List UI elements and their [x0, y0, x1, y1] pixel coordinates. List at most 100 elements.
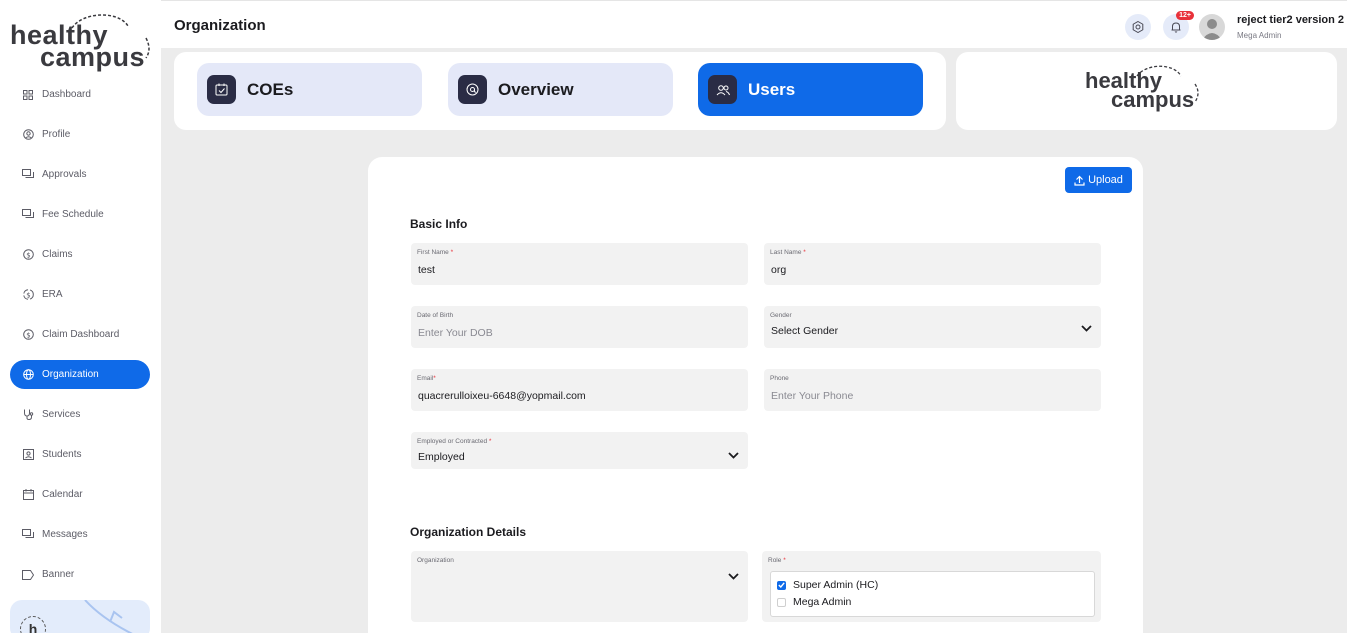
upload-icon: [1074, 175, 1085, 186]
sidebar-item-label: Banner: [42, 569, 75, 580]
sidebar-item-claims[interactable]: $ Claims: [10, 240, 150, 269]
gender-select[interactable]: Gender Select Gender: [764, 306, 1101, 348]
dollar-circle-icon: $: [22, 249, 34, 261]
user-circle-icon: [22, 129, 34, 141]
chevron-down-icon: [728, 573, 739, 580]
tab-label: Users: [748, 79, 796, 99]
phone-label: Phone: [770, 375, 789, 382]
sidebar-item-dashboard[interactable]: Dashboard: [10, 80, 150, 109]
gender-label: Gender: [770, 312, 792, 319]
organization-select[interactable]: Organization: [411, 551, 748, 622]
sidebar-item-calendar[interactable]: Calendar: [10, 480, 150, 509]
chevron-down-icon: [1081, 325, 1092, 332]
settings-button[interactable]: [1125, 14, 1151, 40]
employment-label: Employed or Contracted *: [417, 438, 492, 445]
dollar-circle-icon: $: [22, 329, 34, 341]
calendar-check-icon: [207, 75, 236, 104]
role-field: Role * Super Admin (HC) Mega Admin: [762, 551, 1101, 622]
chat-icon: [22, 529, 34, 541]
role-option-mega-admin[interactable]: Mega Admin: [777, 596, 851, 608]
email-field[interactable]: Email* quacrerulloixeu-6648@yopmail.com: [411, 369, 748, 411]
topbar: Organization 12+ reject tier2 version 2 …: [161, 0, 1347, 48]
sidebar-item-label: Profile: [42, 129, 71, 140]
id-card-icon: [22, 449, 34, 461]
sidebar-item-label: Dashboard: [42, 89, 91, 100]
email-label: Email*: [417, 375, 436, 382]
svg-text:$: $: [26, 291, 30, 299]
tabs-panel: COEs Overview Users: [174, 52, 946, 130]
employment-select[interactable]: Employed or Contracted * Employed: [411, 432, 748, 469]
tab-users[interactable]: Users: [698, 63, 923, 116]
brand-panel: healthy campus: [956, 52, 1337, 130]
brand-logo-line2: campus: [1111, 87, 1195, 112]
checkbox-checked[interactable]: [777, 580, 786, 590]
bell-icon: [1171, 22, 1181, 33]
sidebar-item-label: Services: [42, 409, 81, 420]
gender-value: Select Gender: [771, 325, 839, 337]
gear-icon: [1132, 21, 1144, 33]
upload-button[interactable]: Upload: [1065, 167, 1132, 193]
page-title: Organization: [174, 17, 266, 34]
user-silhouette-icon: [1202, 19, 1222, 40]
user-name[interactable]: reject tier2 version 2: [1237, 14, 1344, 26]
last-name-field[interactable]: Last Name * org: [764, 243, 1101, 285]
phone-placeholder: Enter Your Phone: [771, 390, 854, 402]
stethoscope-icon: [22, 409, 34, 421]
sidebar-item-profile[interactable]: Profile: [10, 120, 150, 149]
calendar-icon: [22, 489, 34, 501]
avatar[interactable]: [1199, 14, 1225, 40]
sidebar-item-messages[interactable]: Messages: [10, 520, 150, 549]
upload-label: Upload: [1088, 174, 1123, 186]
dob-field[interactable]: Date of Birth Enter Your DOB: [411, 306, 748, 348]
tab-coes[interactable]: COEs: [197, 63, 422, 116]
sidebar-item-label: Students: [42, 449, 82, 460]
sidebar-item-services[interactable]: Services: [10, 400, 150, 429]
sidebar-item-claim-dashboard[interactable]: $ Claim Dashboard: [10, 320, 150, 349]
sidebar-item-banner[interactable]: Banner: [10, 560, 150, 589]
role-option-label: Mega Admin: [793, 596, 852, 608]
sidebar-item-era[interactable]: $ ERA: [10, 280, 150, 309]
last-name-value: org: [771, 264, 787, 276]
users-icon: [708, 75, 737, 104]
chat-icon: [22, 169, 34, 181]
sidebar-item-approvals[interactable]: Approvals: [10, 160, 150, 189]
notifications-button[interactable]: 12+: [1163, 11, 1194, 40]
first-name-value: test: [418, 264, 435, 276]
sidebar-item-label: Claim Dashboard: [42, 329, 120, 340]
globe-icon: [22, 369, 34, 381]
sidebar-item-label: Fee Schedule: [42, 209, 104, 220]
organization-label: Organization: [417, 557, 454, 564]
sidebar-item-fee-schedule[interactable]: Fee Schedule: [10, 200, 150, 229]
role-option-super-admin[interactable]: Super Admin (HC): [777, 579, 878, 591]
svg-text:$: $: [26, 251, 30, 259]
sidebar-nav: Dashboard Profile Approvals Fee Schedule…: [10, 80, 150, 600]
dollar-cycle-icon: $: [22, 289, 34, 301]
role-option-label: Super Admin (HC): [793, 579, 879, 591]
sidebar-item-label: Approvals: [42, 169, 87, 180]
checkbox-unchecked[interactable]: [777, 597, 786, 607]
employment-value: Employed: [418, 451, 465, 463]
grid-icon: [22, 89, 34, 101]
phone-field[interactable]: Phone Enter Your Phone: [764, 369, 1101, 411]
sidebar: healthy campus Dashboard Profile Approva…: [0, 0, 161, 633]
tab-overview[interactable]: Overview: [448, 63, 673, 116]
sidebar-item-students[interactable]: Students: [10, 440, 150, 469]
tag-icon: [22, 569, 34, 581]
first-name-label: First Name *: [417, 249, 454, 256]
healthy-campus-logo[interactable]: healthy campus: [10, 8, 155, 72]
chevron-down-icon: [728, 452, 739, 459]
sidebar-item-label: Calendar: [42, 489, 83, 500]
sidebar-item-organization[interactable]: Organization: [10, 360, 150, 389]
logo-text-line2: campus: [40, 42, 146, 72]
svg-text:$: $: [26, 331, 30, 339]
promo-card[interactable]: h: [10, 600, 150, 633]
first-name-field[interactable]: First Name * test: [411, 243, 748, 285]
check-icon: [778, 582, 785, 588]
last-name-label: Last Name *: [770, 249, 806, 256]
role-multiselect: Super Admin (HC) Mega Admin: [770, 571, 1095, 617]
chat-icon: [22, 209, 34, 221]
tab-label: COEs: [247, 79, 294, 99]
user-form-card: Upload Basic Info First Name * test Last…: [368, 157, 1143, 633]
email-value: quacrerulloixeu-6648@yopmail.com: [418, 390, 586, 402]
organization-details-title: Organization Details: [410, 525, 527, 539]
